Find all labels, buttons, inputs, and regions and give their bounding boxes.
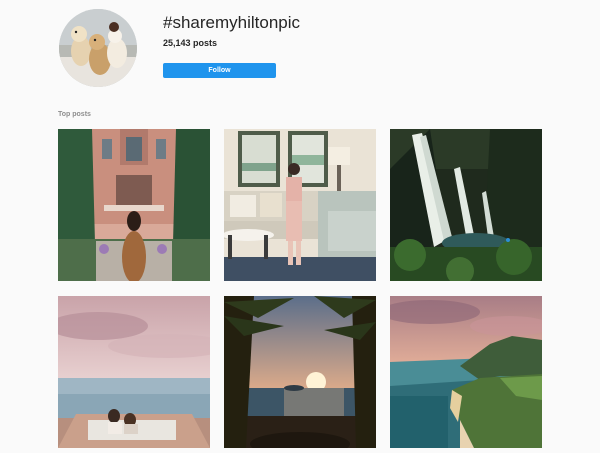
post-count: 25,143 posts [163, 38, 218, 48]
post-grid [58, 129, 543, 448]
woman-in-hotel-room-photo [224, 129, 376, 281]
post-thumbnail[interactable] [224, 129, 376, 281]
woman-in-ornate-garden-photo [58, 129, 210, 281]
top-posts-heading: Top posts [58, 111, 91, 118]
post-thumbnail[interactable] [58, 129, 210, 281]
post-thumbnail[interactable] [224, 296, 376, 448]
waterfall-jungle-photo [390, 129, 542, 281]
hashtag-title: #sharemyhiltonpic [163, 13, 301, 32]
palm-trees-sunset-photo [224, 296, 376, 448]
post-thumbnail[interactable] [58, 296, 210, 448]
follow-button[interactable]: Follow [163, 63, 276, 78]
post-thumbnail[interactable] [390, 129, 542, 281]
coastline-aerial-sunset-photo [390, 296, 542, 448]
post-thumbnail[interactable] [390, 296, 542, 448]
couple-on-deck-pink-sky-photo [58, 296, 210, 448]
hashtag-avatar [59, 9, 137, 87]
dogs-on-couch-photo [59, 9, 137, 87]
